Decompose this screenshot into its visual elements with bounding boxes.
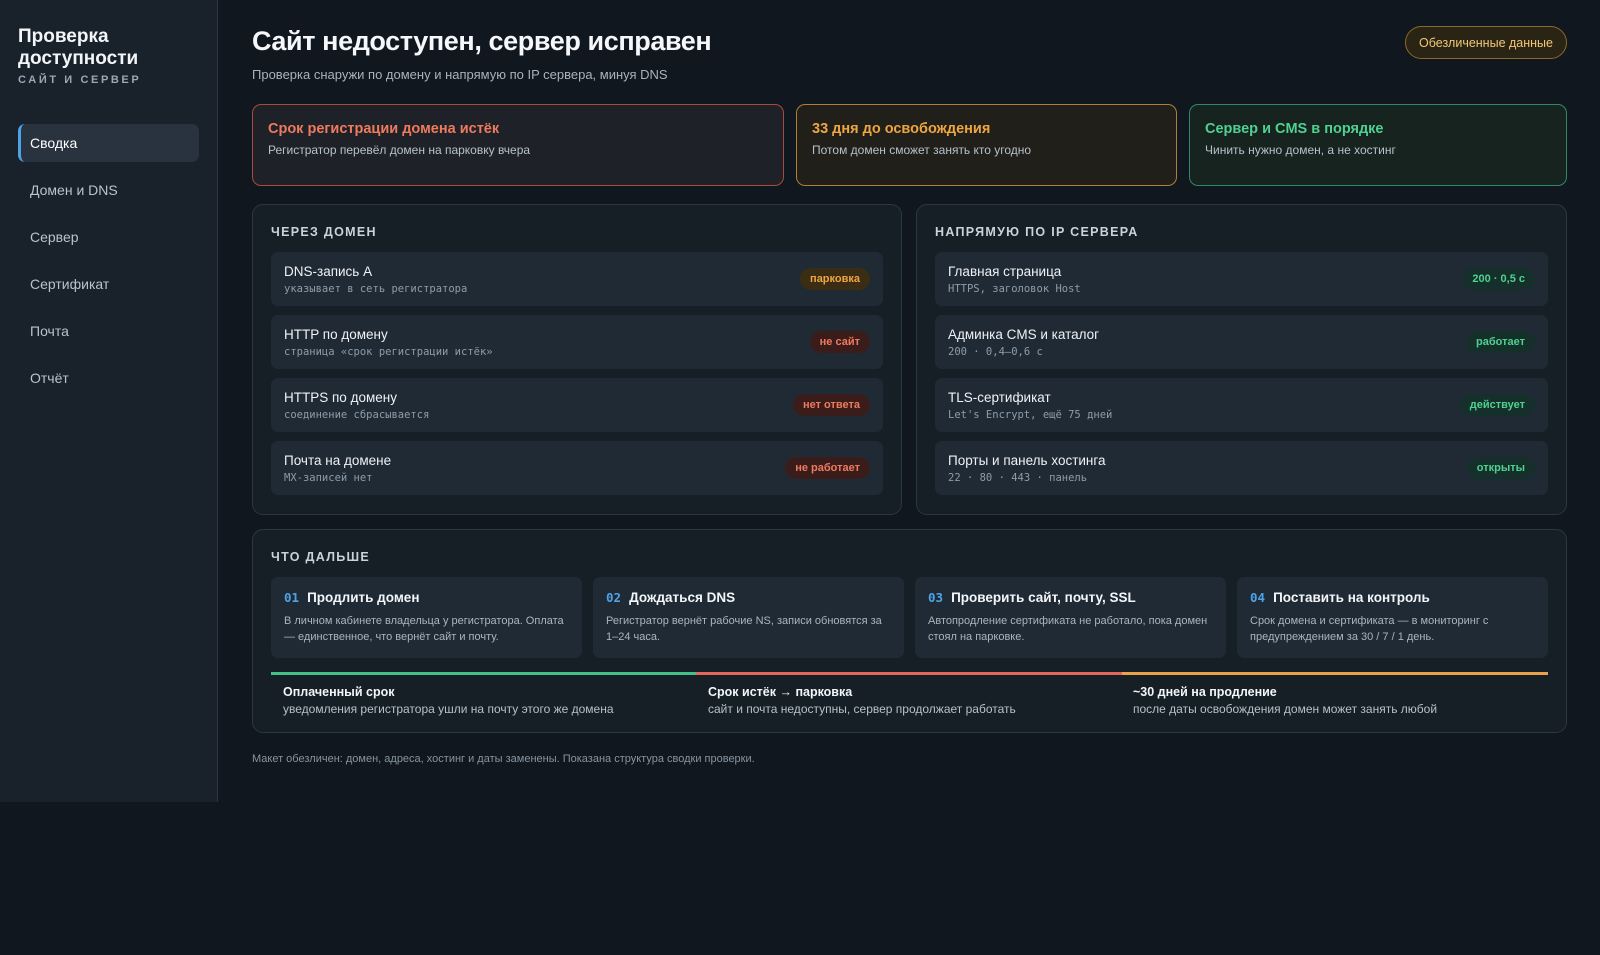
check-name: TLS-сертификат: [948, 389, 1051, 405]
timeline-label-text: сайт и почта недоступны, сервер продолжа…: [708, 702, 1016, 716]
check-name: Порты и панель хостинга: [948, 452, 1106, 468]
status-badge: 200 · 0,5 с: [1462, 268, 1535, 290]
sidebar-nav: Сводка Домен и DNS Сервер Сертификат Поч…: [18, 124, 199, 397]
check-name: Почта на домене: [284, 452, 392, 468]
check-name: Главная страница: [948, 263, 1062, 279]
alert-server-ok: Сервер и CMS в порядке Чинить нужно доме…: [1189, 104, 1567, 186]
anonymized-badge: Обезличенные данные: [1405, 26, 1567, 59]
step-text: Срок домена и сертификата — в мониторинг…: [1250, 615, 1489, 643]
timeline-segment-parking: [696, 672, 1122, 675]
ip-checks-panel: НАПРЯМУЮ ПО IP СЕРВЕРА Главная страница …: [916, 204, 1567, 515]
timeline-label-text: уведомления регистратора ушли на почту э…: [283, 702, 614, 716]
step-card: 04 Поставить на контроль Срок домена и с…: [1237, 577, 1548, 658]
alert-title: 33 дня до освобождения: [812, 121, 991, 137]
sidebar-item-mail[interactable]: Почта: [18, 312, 199, 350]
footnote: Макет обезличен: домен, адреса, хостинг …: [252, 753, 755, 765]
sidebar-item-domain-dns[interactable]: Домен и DNS: [18, 171, 199, 209]
timeline-label: Оплаченный срок уведомления регистратора…: [271, 685, 696, 716]
brand-subtitle: САЙТ И СЕРВЕР: [18, 74, 142, 86]
brand-title: Проверка доступности: [18, 26, 199, 70]
check-row: HTTP по домену страница «срок регистраци…: [271, 315, 883, 369]
status-badge: парковка: [800, 268, 870, 290]
check-row: Порты и панель хостинга 22 · 80 · 443 · …: [935, 441, 1548, 495]
check-name: HTTPS по домену: [284, 389, 397, 405]
alert-text: Чинить нужно домен, а не хостинг: [1205, 143, 1396, 157]
step-title: Дождаться DNS: [629, 590, 736, 605]
step-title: Проверить сайт, почту, SSL: [951, 590, 1136, 605]
steps-list: 01 Продлить домен В личном кабинете влад…: [271, 577, 1548, 658]
check-row: Админка CMS и каталог 200 · 0,4–0,6 с ра…: [935, 315, 1548, 369]
step-number: 04: [1250, 590, 1266, 605]
domain-checks-panel: ЧЕРЕЗ ДОМЕН DNS-запись A указывает в сет…: [252, 204, 902, 515]
timeline-label-text: после даты освобождения домен может заня…: [1133, 702, 1438, 716]
domain-lifecycle-timeline: Оплаченный срок уведомления регистратора…: [271, 672, 1548, 716]
check-detail: страница «срок регистрации истёк»: [284, 345, 493, 358]
step-card: 02 Дождаться DNS Регистратор вернёт рабо…: [593, 577, 904, 658]
timeline-label: Срок истёк → парковка сайт и почта недос…: [696, 685, 1121, 716]
check-detail: 22 · 80 · 443 · панель: [948, 471, 1088, 484]
status-badge: действует: [1459, 394, 1535, 416]
check-detail: Let's Encrypt, ещё 75 дней: [948, 408, 1113, 421]
brand-title-line1: Проверка: [18, 26, 109, 47]
timeline-segment-paid: [271, 672, 696, 675]
check-detail: HTTPS, заголовок Host: [948, 282, 1081, 295]
next-steps-panel: ЧТО ДАЛЬШЕ 01 Продлить домен В личном ка…: [252, 529, 1567, 733]
sidebar-item-summary[interactable]: Сводка: [18, 124, 199, 162]
sidebar: Проверка доступности САЙТ И СЕРВЕР Сводк…: [0, 0, 218, 802]
sidebar-item-report[interactable]: Отчёт: [18, 359, 199, 397]
panel-title: ЧЕРЕЗ ДОМЕН: [271, 225, 377, 239]
timeline-segment-renewal: [1122, 672, 1548, 675]
alert-cards: Срок регистрации домена истёк Регистрато…: [252, 104, 1567, 186]
step-text: Автопродление сертификата не работало, п…: [928, 615, 1208, 643]
alert-domain-expired: Срок регистрации домена истёк Регистрато…: [252, 104, 784, 186]
status-badge: открыты: [1466, 457, 1535, 479]
alert-title: Срок регистрации домена истёк: [268, 121, 500, 137]
page-title: Сайт недоступен, сервер исправен: [252, 26, 712, 56]
timeline-label-title: Оплаченный срок: [283, 685, 395, 699]
sidebar-item-server[interactable]: Сервер: [18, 218, 199, 256]
check-row: TLS-сертификат Let's Encrypt, ещё 75 дне…: [935, 378, 1548, 432]
alert-title: Сервер и CMS в порядке: [1205, 121, 1384, 137]
sidebar-item-certificate[interactable]: Сертификат: [18, 265, 199, 303]
step-title: Поставить на контроль: [1273, 590, 1430, 605]
page-subtitle: Проверка снаружи по домену и напрямую по…: [252, 67, 668, 82]
timeline-label-title: Срок истёк → парковка: [708, 685, 853, 699]
check-detail: указывает в сеть регистратора: [284, 282, 468, 295]
alert-text: Потом домен сможет занять кто угодно: [812, 143, 1032, 157]
check-name: DNS-запись A: [284, 263, 373, 279]
check-detail: соединение сбрасывается: [284, 408, 430, 421]
step-card: 03 Проверить сайт, почту, SSL Автопродле…: [915, 577, 1226, 658]
alert-text: Регистратор перевёл домен на парковку вч…: [268, 143, 531, 157]
check-detail: MX-записей нет: [284, 471, 373, 484]
step-number: 01: [284, 590, 300, 605]
step-number: 03: [928, 590, 944, 605]
check-row: HTTPS по домену соединение сбрасывается …: [271, 378, 883, 432]
check-row: Главная страница HTTPS, заголовок Host 2…: [935, 252, 1548, 306]
alert-days-until-release: 33 дня до освобождения Потом домен сможе…: [796, 104, 1177, 186]
timeline-label-title: ~30 дней на продление: [1133, 685, 1277, 699]
timeline-bar: [271, 672, 1548, 675]
step-title: Продлить домен: [307, 590, 420, 605]
step-card: 01 Продлить домен В личном кабинете влад…: [271, 577, 582, 658]
panel-title: ЧТО ДАЛЬШЕ: [271, 550, 371, 564]
check-name: Админка CMS и каталог: [948, 326, 1100, 342]
timeline-label: ~30 дней на продление после даты освобож…: [1121, 685, 1546, 716]
check-row: DNS-запись A указывает в сеть регистрато…: [271, 252, 883, 306]
brand-title-line2: доступности: [18, 48, 139, 69]
status-badge: не работает: [785, 457, 870, 479]
check-row: Почта на домене MX-записей нет не работа…: [271, 441, 883, 495]
status-badge: нет ответа: [793, 394, 870, 416]
step-text: Регистратор вернёт рабочие NS, записи об…: [606, 615, 882, 643]
panel-title: НАПРЯМУЮ ПО IP СЕРВЕРА: [935, 225, 1139, 239]
check-detail: 200 · 0,4–0,6 с: [948, 345, 1043, 358]
check-name: HTTP по домену: [284, 326, 388, 342]
status-badge: не сайт: [809, 331, 870, 353]
step-number: 02: [606, 590, 622, 605]
status-badge: работает: [1466, 331, 1535, 353]
step-text: В личном кабинете владельца у регистрато…: [284, 615, 564, 643]
